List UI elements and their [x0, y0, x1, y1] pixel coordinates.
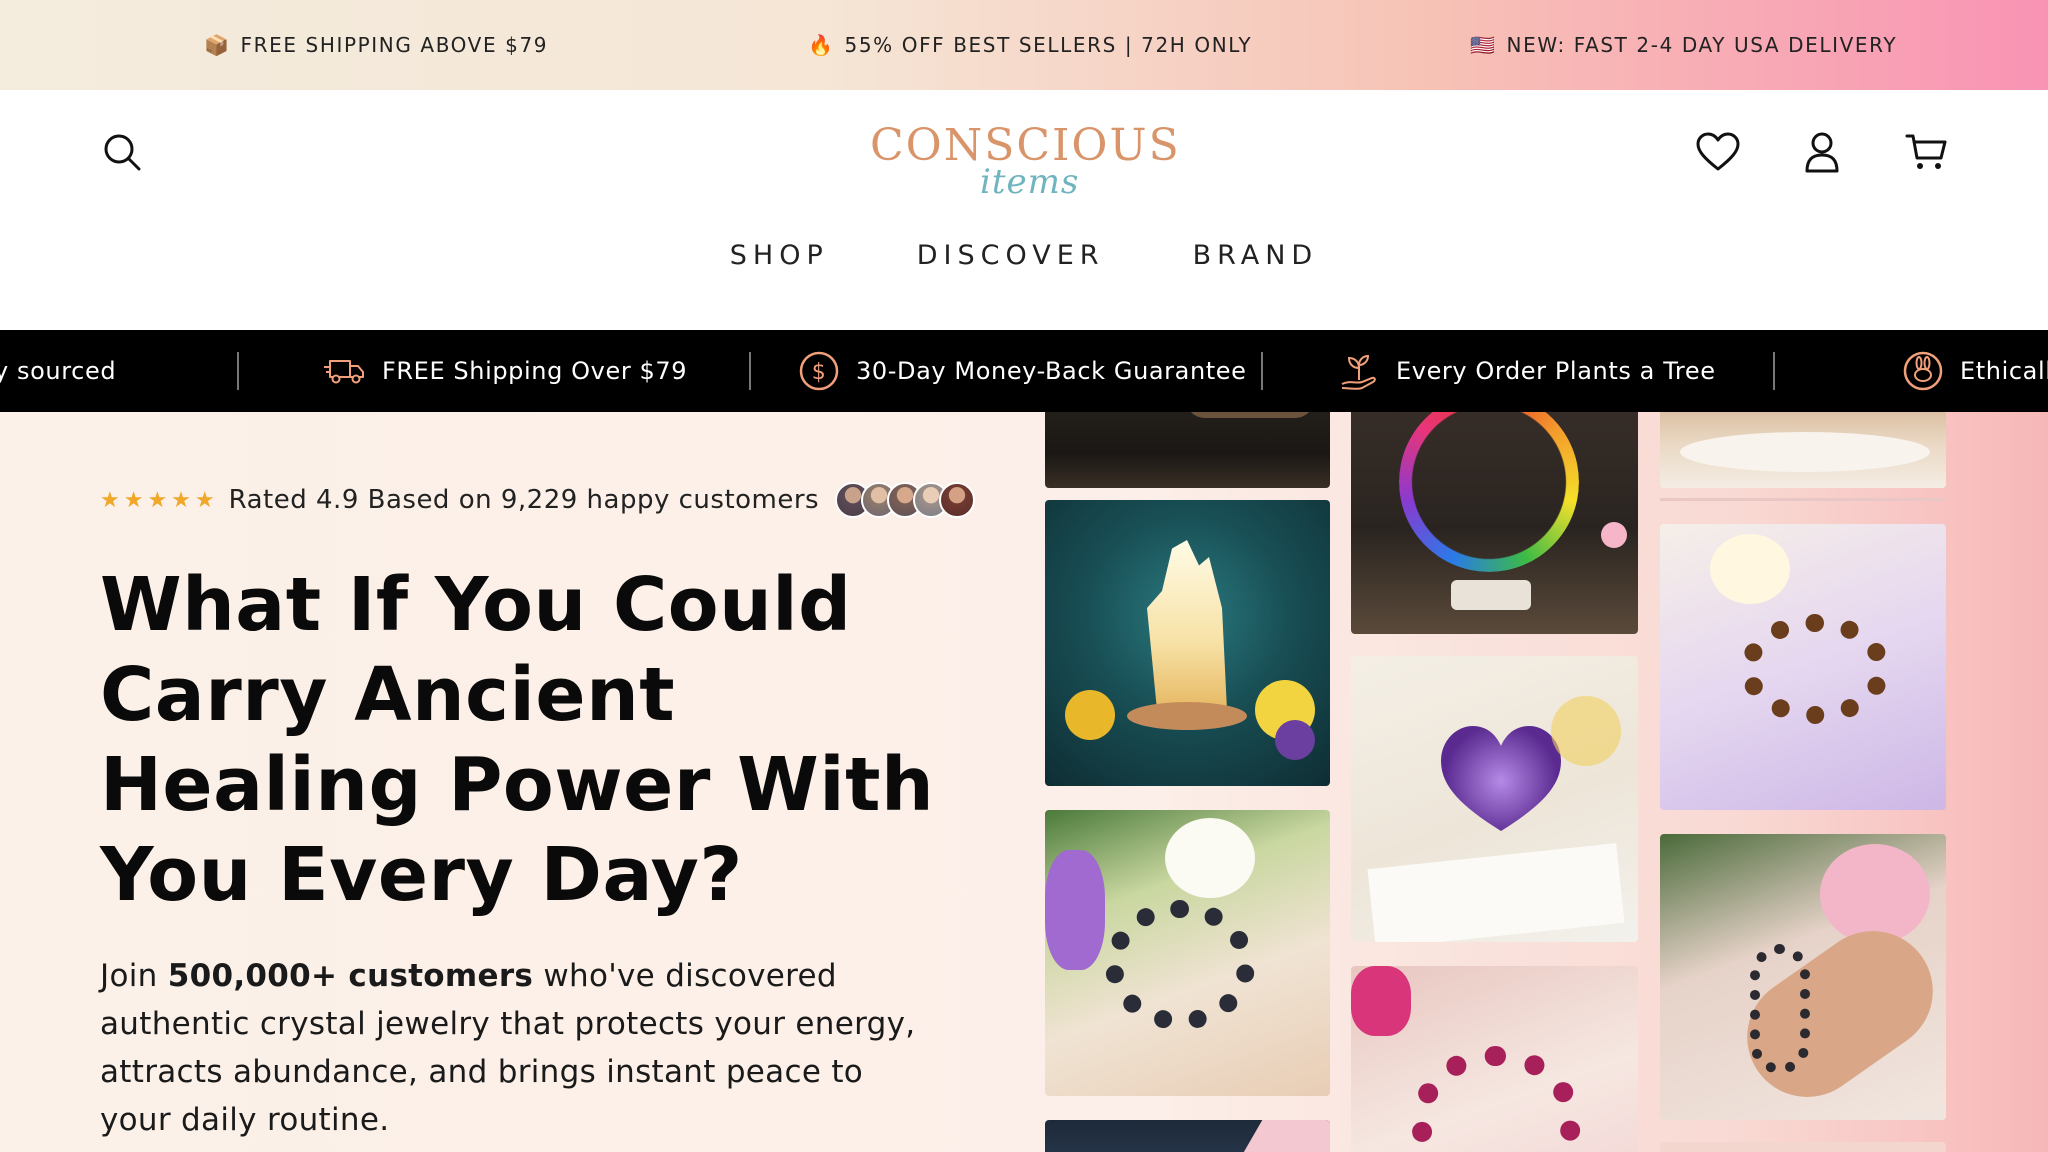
site-logo[interactable]: CONSCIOUS items — [870, 118, 1180, 202]
fire-icon: 🔥 — [808, 33, 835, 57]
trust-text: 30-Day Money-Back Guarantee — [856, 357, 1247, 385]
announcement-free-shipping[interactable]: 📦 FREE SHIPPING ABOVE $79 — [204, 0, 548, 90]
announcement-bar: 📦 FREE SHIPPING ABOVE $79 🔥 55% OFF BEST… — [0, 0, 2048, 90]
divider — [1773, 352, 1775, 390]
product-image-black-white-bracelet[interactable] — [1045, 810, 1330, 1096]
announcement-text: NEW: FAST 2-4 DAY USA DELIVERY — [1506, 33, 1898, 57]
trust-item-guarantee: $ 30-Day Money-Back Guarantee — [798, 330, 1247, 412]
trust-item-sourced: y sourced — [0, 330, 116, 412]
product-image-bottom[interactable] — [1660, 1142, 1946, 1152]
trust-bar: y sourced FREE Shipping Over $79 $ 30-Da… — [0, 330, 2048, 412]
announcement-usa-delivery[interactable]: 🇺🇸 NEW: FAST 2-4 DAY USA DELIVERY — [1470, 0, 1897, 90]
product-image-pink-bracelet[interactable] — [1351, 966, 1638, 1152]
avatar — [939, 482, 976, 518]
announcement-sale[interactable]: 🔥 55% OFF BEST SELLERS | 72H ONLY — [808, 0, 1252, 90]
trust-item-ethically: Ethically — [1902, 330, 2048, 412]
main-nav: SHOP DISCOVER BRAND — [0, 240, 2048, 271]
product-image-wood-stand[interactable] — [1660, 412, 1946, 488]
product-image-rainbow-lamp[interactable] — [1351, 412, 1638, 634]
hero-headline: What If You Could Carry Ancient Healing … — [100, 562, 935, 918]
sub-prefix: Join — [100, 958, 168, 994]
product-image-amethyst-heart[interactable] — [1351, 656, 1638, 942]
product-image-tiger-eye-bracelet[interactable] — [1660, 524, 1946, 810]
trust-item-tree: Every Order Plants a Tree — [1338, 330, 1716, 412]
cart-icon[interactable] — [1902, 128, 1950, 176]
heart-icon[interactable] — [1694, 128, 1742, 176]
hero-section: ★★★★★ Rated 4.9 Based on 9,229 happy cus… — [0, 412, 2048, 1152]
announcement-text: 55% OFF BEST SELLERS | 72H ONLY — [844, 33, 1253, 57]
announcement-text: FREE SHIPPING ABOVE $79 — [240, 33, 549, 57]
search-icon[interactable] — [98, 128, 146, 176]
truck-icon — [324, 360, 364, 384]
nav-shop[interactable]: SHOP — [686, 240, 873, 271]
product-image-selenite-lamp[interactable] — [1045, 500, 1330, 786]
product-image-stone-top[interactable] — [1045, 412, 1330, 488]
trust-text: y sourced — [0, 357, 117, 385]
product-image-wrist-bracelet[interactable] — [1660, 834, 1946, 1120]
trust-item-shipping: FREE Shipping Over $79 — [324, 330, 687, 412]
dollar-icon: $ — [799, 351, 839, 391]
star-rating-icon: ★★★★★ — [100, 487, 219, 513]
trust-text: FREE Shipping Over $79 — [382, 357, 688, 385]
divider — [237, 352, 239, 390]
account-icon[interactable] — [1798, 128, 1846, 176]
hero-subtext: Join 500,000+ customers who've discovere… — [100, 952, 940, 1144]
trust-text: Ethically — [1960, 357, 2048, 385]
rating-text: Rated 4.9 Based on 9,229 happy customers — [228, 485, 820, 515]
trust-text: Every Order Plants a Tree — [1396, 357, 1716, 385]
site-header: CONSCIOUS items SHOP DISCOVER BRAND — [0, 90, 2048, 330]
us-flag-icon: 🇺🇸 — [1470, 33, 1497, 57]
nav-discover[interactable]: DISCOVER — [873, 240, 1149, 271]
plant-icon — [1341, 354, 1376, 390]
nav-brand[interactable]: BRAND — [1149, 240, 1363, 271]
divider — [1261, 352, 1263, 390]
divider — [749, 352, 751, 390]
package-icon: 📦 — [204, 33, 231, 57]
sub-highlight: 500,000+ customers — [167, 958, 534, 994]
logo-subtext: items — [980, 162, 1080, 202]
customer-avatars — [835, 482, 976, 518]
rating-row: ★★★★★ Rated 4.9 Based on 9,229 happy cus… — [100, 482, 976, 518]
svg-text:$: $ — [812, 360, 827, 385]
product-image-box[interactable] — [1045, 1120, 1330, 1152]
divider — [1660, 498, 1946, 501]
bunny-icon — [1903, 351, 1943, 391]
